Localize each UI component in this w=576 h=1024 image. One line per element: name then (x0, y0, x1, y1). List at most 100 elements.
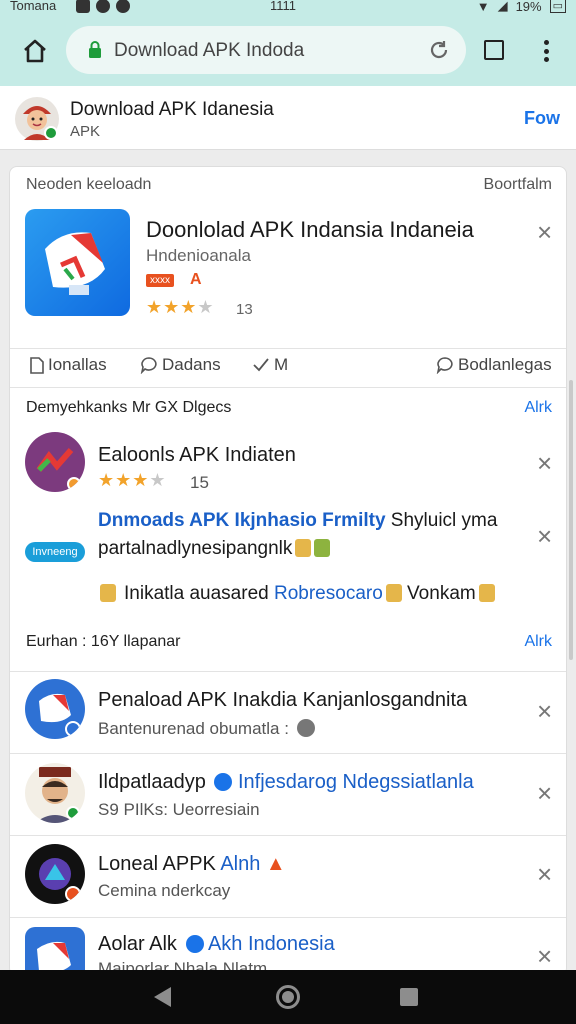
app-title[interactable]: Ildpatlaadyp Infjesdarog Ndegssiatlanla (98, 771, 474, 794)
verified-icon (214, 773, 233, 791)
promo-link[interactable]: Dnmoads APK Ikjnhasio Frmilty (98, 510, 386, 531)
app-title[interactable]: Aolar Alk Akh Indonesia (98, 933, 335, 956)
promo-line-3: Inikatla auasared Robresocaro Vonkam (100, 583, 495, 605)
app-title-link[interactable]: Alnh (220, 853, 260, 875)
site-title: Download APK Idanesia (70, 99, 274, 120)
featured-app-rating: ★★★★ (146, 297, 215, 318)
check-icon (253, 358, 269, 372)
featured-app-icon[interactable] (25, 209, 130, 316)
actions-row: Ionallas Dadans M Bodlanlegas (10, 349, 566, 387)
status-bar: Tomana 1111 ▼ ◢ 19% ▭ (0, 0, 576, 16)
app-icon[interactable] (25, 927, 85, 975)
featured-app-rating-count: 13 (236, 301, 253, 318)
battery-icon: ▭ (549, 0, 566, 13)
home-button[interactable] (18, 34, 52, 68)
carrier-label: Tomana (10, 0, 57, 13)
promo-text: Vonkam (401, 583, 476, 604)
dot-icon (543, 40, 549, 45)
star-icon: ★ (180, 297, 198, 317)
app-title-link[interactable]: Infjesdarog Ndegssiatlanla (238, 771, 474, 793)
dismiss-button[interactable]: × (537, 943, 552, 969)
section-heading: Eurhan : 16Y llapanar (26, 633, 181, 650)
recents-icon[interactable] (400, 988, 418, 1006)
app-title-link[interactable]: Akh Indonesia (208, 933, 335, 955)
lock-icon (89, 41, 101, 58)
app-title-text: Aolar Alk (98, 933, 177, 955)
app-logo-icon (39, 693, 81, 737)
pencil-icon (100, 584, 116, 602)
home-nav-icon[interactable] (276, 985, 300, 1009)
action-label: Ionallas (48, 355, 107, 374)
sort-button[interactable]: Boortfalm (484, 176, 552, 194)
app-icon[interactable] (25, 432, 85, 492)
app-subtitle-text: Bantenurenad obumatla : (98, 719, 289, 738)
action-check[interactable]: M (252, 355, 288, 375)
app-logo-icon (45, 232, 105, 295)
fire-icon: ▲ (265, 853, 286, 875)
divider (10, 387, 566, 388)
dismiss-button[interactable]: × (537, 698, 552, 724)
featured-app-subtitle: Hndenioanala (146, 246, 251, 265)
app-icon[interactable] (25, 844, 85, 904)
notification-icon (76, 0, 90, 13)
section-more-link[interactable]: Alrk (524, 399, 552, 417)
featured-app-title[interactable]: Doonlolad APK Indansia Indaneia (146, 217, 474, 243)
reload-icon[interactable] (428, 39, 450, 61)
app-title-text: Ildpatlaadyp (98, 771, 206, 793)
site-subtitle: APK (70, 123, 101, 140)
address-bar[interactable]: Download APK Indoda (66, 26, 466, 74)
app-icon[interactable] (25, 679, 85, 739)
notification-icons (76, 0, 130, 13)
scrollbar[interactable] (569, 380, 573, 660)
app-logo-icon (39, 858, 81, 902)
battery-level: 19% (515, 0, 542, 14)
site-avatar[interactable] (14, 96, 60, 142)
action-installs[interactable]: Ionallas (30, 355, 107, 375)
promo-text: partalnadlynesipangnlk (98, 538, 293, 559)
app-title[interactable]: Loneal APPK Alnh ▲ (98, 853, 286, 876)
action-label: Bodlanlegas (458, 355, 552, 374)
avatar-icon (35, 767, 80, 823)
follow-button[interactable]: Fow (524, 108, 560, 129)
app-subtitle: S9 PIlKs: Ueorresiain (98, 800, 260, 819)
app-title[interactable]: Penaload APK Inakdia Kanjanlosgandnita (98, 689, 467, 712)
wifi-icon: ▼ (476, 0, 490, 14)
divider (10, 917, 566, 918)
tabs-button[interactable] (484, 40, 504, 60)
overflow-menu-button[interactable] (536, 38, 556, 64)
dot-icon (543, 48, 549, 54)
document-icon (30, 356, 44, 374)
chat-icon (140, 357, 157, 374)
promo-link[interactable]: Robresocaro (274, 583, 383, 604)
star-icon: ★ (163, 297, 181, 317)
app-title[interactable]: Ealoonls APK Indiaten (98, 444, 296, 467)
dismiss-featured-button[interactable]: × (537, 219, 552, 245)
app-title-text: Loneal APPK (98, 853, 216, 875)
dismiss-button[interactable]: × (537, 861, 552, 887)
notification-icon (116, 0, 130, 13)
notification-icon (96, 0, 110, 13)
divider (10, 671, 566, 672)
promo-text: Shyluicl yma (385, 510, 498, 531)
globe-icon (296, 719, 315, 737)
emoji-icon (314, 539, 331, 557)
action-discussion[interactable]: Bodlanlegas (436, 355, 552, 375)
featured-app-badge-letter: A (190, 271, 202, 288)
dismiss-button[interactable]: × (537, 523, 552, 549)
promo-line-1[interactable]: Dnmoads APK Ikjnhasio Frmilty Shyluicl y… (98, 510, 497, 532)
section-more-link[interactable]: Alrk (524, 633, 552, 651)
chat-icon (436, 357, 453, 374)
app-subtitle: Cemina nderkcay (98, 881, 231, 900)
action-label: Dadans (162, 355, 221, 374)
dismiss-button[interactable]: × (537, 780, 552, 806)
dismiss-button[interactable]: × (537, 450, 552, 476)
action-label: M (274, 355, 289, 374)
app-icon[interactable] (25, 763, 85, 823)
star-emoji-icon (385, 584, 402, 602)
hand-emoji-icon (478, 584, 495, 602)
action-comments[interactable]: Dadans (140, 355, 221, 375)
signal-icon: ◢ (497, 0, 508, 13)
star-icon: ★ (98, 470, 116, 490)
clock: 1111 (270, 0, 297, 13)
back-icon[interactable] (154, 987, 171, 1007)
